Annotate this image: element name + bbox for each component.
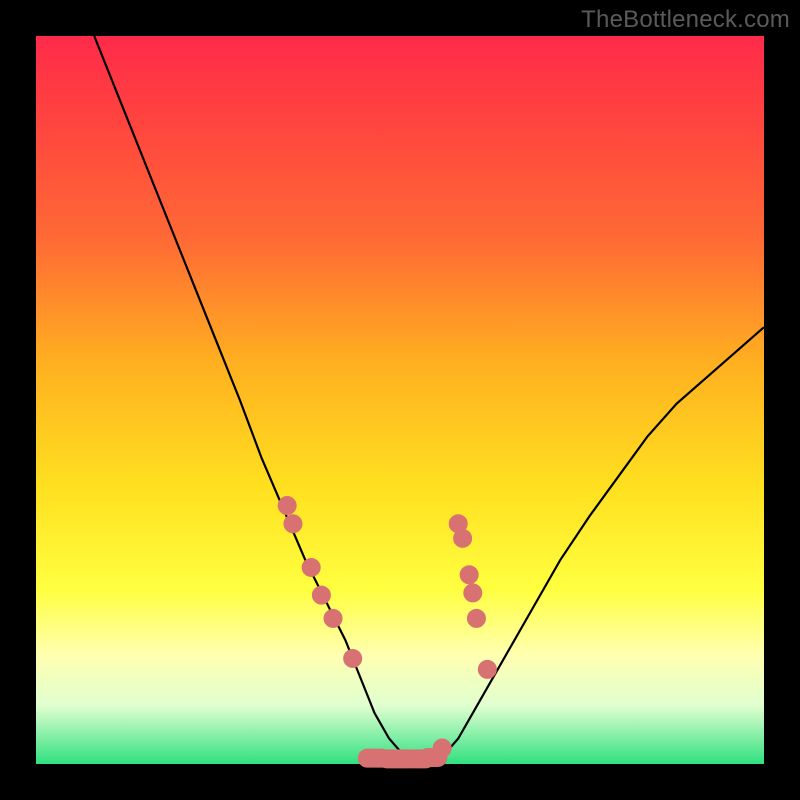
curve-marker-dot [284,515,302,533]
curve-marker-dot [278,497,296,515]
curve-marker-dot [344,649,362,667]
curve-marker-dot [302,558,320,576]
bottleneck-curve [94,36,764,760]
plot-area [36,36,764,764]
chart-frame: TheBottleneck.com [0,0,800,800]
curve-marker-dot [478,660,496,678]
curve-marker-dot [467,609,485,627]
curve-marker-dot [464,584,482,602]
curve-marker-dot [460,566,478,584]
chart-svg [36,36,764,764]
curve-marker-dot [312,586,330,604]
curve-marker-dot [454,529,472,547]
watermark-label: TheBottleneck.com [581,6,790,34]
curve-marker-dot [433,739,451,757]
curve-marker-dot [324,609,342,627]
